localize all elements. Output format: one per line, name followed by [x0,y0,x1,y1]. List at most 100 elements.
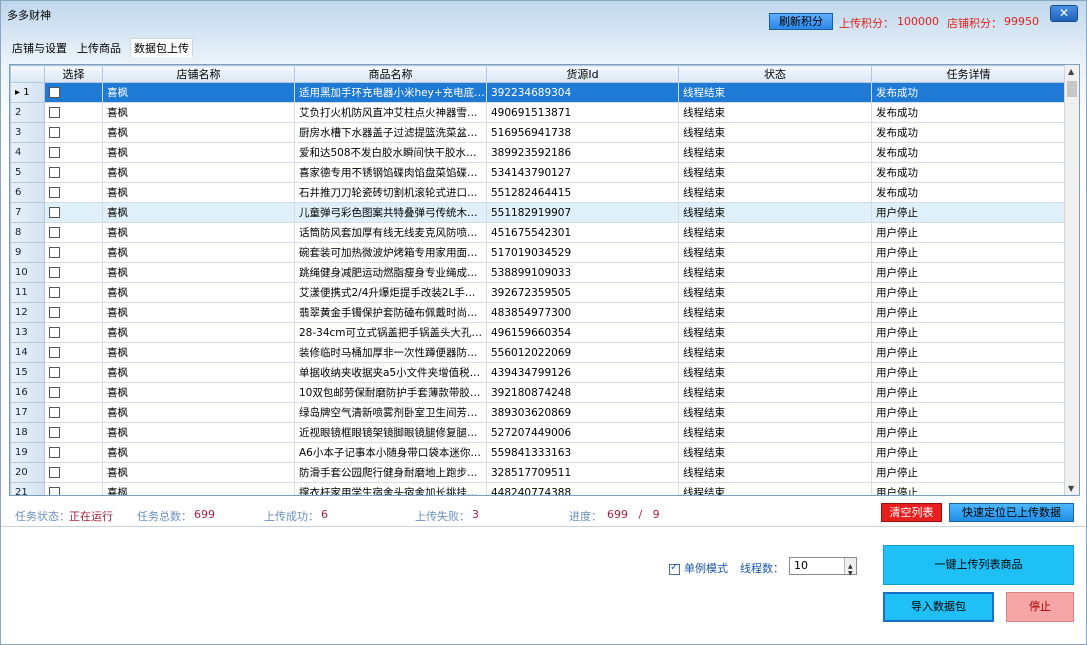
row-number[interactable]: 16 [10,382,45,403]
row-checkbox-cell[interactable] [44,362,103,383]
single-mode-checkbox[interactable] [669,562,680,575]
header-status[interactable]: 状态 [678,65,872,83]
table-row[interactable]: 4 喜枫 爱和达508不发白胶水瞬间快干胶水… 389923592186 线程结束 发布成… [10,142,1066,163]
table-row[interactable]: 2 喜枫 艾负打火机防风直冲艾柱点火神器雪… 490691513871 线程结束 发布成功 [10,102,1066,123]
row-checkbox-cell[interactable] [44,302,103,323]
row-checkbox-cell[interactable] [44,122,103,143]
row-checkbox-cell[interactable] [44,102,103,123]
row-checkbox[interactable] [49,107,60,118]
row-number[interactable]: 6 [10,182,45,203]
row-checkbox-cell[interactable] [44,262,103,283]
table-row[interactable]: 8 喜枫 话筒防风套加厚有线无线麦克风防喷… 451675542301 线程结束 用户停止 [10,222,1066,243]
spin-down-icon[interactable]: ▼ [848,566,853,582]
row-checkbox[interactable] [49,487,60,495]
scroll-up-icon[interactable]: ▲ [1068,67,1074,76]
row-checkbox[interactable] [49,167,60,178]
table-row[interactable]: 15 喜枫 单据收纳夹收据夹a5小文件夹增值税… 439434799126 线程结束 用户… [10,362,1066,383]
table-row[interactable]: 6 喜枫 石井推刀刀轮瓷砖切割机滚轮式进口… 551282464415 线程结束 发布成功 [10,182,1066,203]
row-number[interactable]: ▸ 1 [10,82,45,103]
thread-count-value[interactable]: 10 [794,559,808,572]
single-mode-option[interactable]: 单例模式 [669,560,728,576]
row-checkbox[interactable] [49,147,60,158]
row-checkbox-cell[interactable] [44,382,103,403]
header-detail[interactable]: 任务详情 [871,65,1066,83]
row-number[interactable]: 11 [10,282,45,303]
row-checkbox[interactable] [49,407,60,418]
tab-upload-products[interactable]: 上传商品 [77,40,121,56]
row-number[interactable]: 21 [10,482,45,495]
table-row[interactable]: 10 喜枫 跳绳健身减肥运动燃脂瘦身专业绳成… 538899109033 线程结束 用户停… [10,262,1066,283]
row-checkbox-cell[interactable] [44,182,103,203]
row-number[interactable]: 17 [10,402,45,423]
table-row[interactable]: 21 喜枫 撑衣杆家用学生宿舍头宿舍加长挑挂… 448240774388 线程结束 用户停… [10,482,1066,495]
row-checkbox[interactable] [49,127,60,138]
row-checkbox[interactable] [49,207,60,218]
stop-button[interactable]: 停止 [1006,592,1074,622]
header-product[interactable]: 商品名称 [294,65,487,83]
table-row[interactable]: 7 喜枫 儿童弹弓彩色图案共特叠弹弓传统木… 551182919907 线程结束 用户停止 [10,202,1066,223]
row-checkbox-cell[interactable] [44,442,103,463]
row-number[interactable]: 14 [10,342,45,363]
row-number[interactable]: 7 [10,202,45,223]
header-source-id[interactable]: 货源Id [486,65,679,83]
row-checkbox-cell[interactable] [44,242,103,263]
row-number[interactable]: 12 [10,302,45,323]
row-checkbox-cell[interactable] [44,342,103,363]
row-checkbox-cell[interactable] [44,402,103,423]
row-checkbox[interactable] [49,427,60,438]
row-checkbox[interactable] [49,87,60,98]
row-checkbox-cell[interactable] [44,462,103,483]
row-number[interactable]: 3 [10,122,45,143]
row-checkbox[interactable] [49,187,60,198]
row-checkbox[interactable] [49,387,60,398]
scroll-down-icon[interactable]: ▼ [1068,484,1074,493]
row-checkbox[interactable] [49,287,60,298]
row-checkbox[interactable] [49,367,60,378]
row-number[interactable]: 5 [10,162,45,183]
table-row[interactable]: 19 喜枫 A6小本子记事本小随身带口袋本迷你… 559841333163 线程结束 用户… [10,442,1066,463]
thread-spinner[interactable]: ▲ ▼ [844,558,856,577]
row-checkbox[interactable] [49,467,60,478]
row-checkbox-cell[interactable] [44,202,103,223]
header-store[interactable]: 店铺名称 [102,65,295,83]
table-row[interactable]: 16 喜枫 10双包邮劳保耐磨防护手套薄款带胶… 392180874248 线程结束 用户… [10,382,1066,403]
task-grid[interactable]: 选择 店铺名称 商品名称 货源Id 状态 任务详情 ▸ 1 喜枫 适用黑加手环充电器… [9,64,1080,496]
row-checkbox-cell[interactable] [44,282,103,303]
row-checkbox-cell[interactable] [44,322,103,343]
row-checkbox[interactable] [49,327,60,338]
row-number[interactable]: 10 [10,262,45,283]
table-row[interactable]: 9 喜枫 碗套装可加热微波炉烤箱专用家用面… 517019034529 线程结束 用户停止 [10,242,1066,263]
table-row[interactable]: 20 喜枫 防滑手套公园爬行健身耐磨地上跑步… 328517709511 线程结束 用户停… [10,462,1066,483]
row-checkbox[interactable] [49,267,60,278]
table-row[interactable]: ▸ 1 喜枫 适用黑加手环充电器小米hey+充电底… 392234689304 线程结束… [10,82,1066,103]
row-checkbox-cell[interactable] [44,142,103,163]
row-number[interactable]: 15 [10,362,45,383]
import-package-button[interactable]: 导入数据包 [883,592,994,622]
row-number[interactable]: 13 [10,322,45,343]
header-select[interactable]: 选择 [44,65,103,83]
row-checkbox[interactable] [49,447,60,458]
thread-count-stepper[interactable]: 10 ▲ ▼ [789,557,857,577]
refresh-points-button[interactable]: 刷新积分 [769,13,833,30]
table-row[interactable]: 3 喜枫 厨房水槽下水器盖子过滤提篮洗菜盆… 516956941738 线程结束 发布成功 [10,122,1066,143]
row-number[interactable]: 18 [10,422,45,443]
locate-uploaded-button[interactable]: 快速定位已上传数据 [949,503,1074,522]
tab-package-upload[interactable]: 数据包上传 [130,38,193,57]
tab-store-settings[interactable]: 店铺与设置 [12,40,67,56]
row-checkbox-cell[interactable] [44,162,103,183]
row-checkbox[interactable] [49,307,60,318]
row-checkbox-cell[interactable] [44,482,103,495]
table-row[interactable]: 5 喜枫 喜家德专用不锈钢馅碟肉馅盘菜馅碟… 534143790127 线程结束 发布成功 [10,162,1066,183]
table-row[interactable]: 14 喜枫 装修临时马桶加厚非一次性蹲便器防… 556012022069 线程结束 用户停… [10,342,1066,363]
table-row[interactable]: 11 喜枫 艾漾便携式2/4升爆炬提手改装2L手… 392672359505 线程结束用… [10,282,1066,303]
scroll-thumb[interactable] [1067,81,1077,97]
vertical-scrollbar[interactable]: ▲ ▼ [1064,65,1079,495]
row-number[interactable]: 9 [10,242,45,263]
row-checkbox-cell[interactable] [44,222,103,243]
table-row[interactable]: 13 喜枫 28-34cm可立式锅盖把手锅盖头大孔… 496159660354 线程结束… [10,322,1066,343]
table-row[interactable]: 12 喜枫 翡翠黄金手镯保护套防磕布佩戴时尚… 483854977300 线程结束 用户停… [10,302,1066,323]
upload-all-button[interactable]: 一键上传列表商品 [883,545,1074,585]
row-checkbox-cell[interactable] [44,82,103,103]
row-checkbox[interactable] [49,347,60,358]
row-number[interactable]: 2 [10,102,45,123]
